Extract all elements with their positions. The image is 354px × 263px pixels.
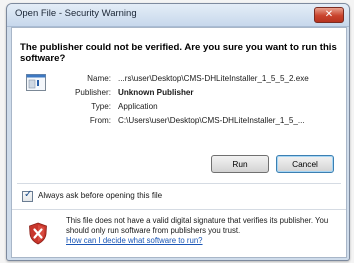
from-label: From:	[89, 116, 111, 125]
security-shield-warning-icon	[29, 222, 47, 245]
close-icon: ✕	[324, 9, 334, 20]
name-row: Name: ...rs\user\Desktop\CMS-DHLiteInsta…	[66, 72, 342, 86]
checkmark-icon: ✓	[24, 189, 33, 200]
help-link[interactable]: How can I decide what software to run?	[66, 236, 338, 246]
title-bar[interactable]: Open File - Security Warning ✕	[7, 4, 349, 27]
warning-headline: The publisher could not be verified. Are…	[20, 42, 337, 64]
cancel-button[interactable]: Cancel	[276, 155, 334, 173]
type-row: Type: Application	[66, 100, 342, 114]
security-warning-dialog: Open File - Security Warning ✕ The publi…	[6, 3, 350, 261]
publisher-value: Unknown Publisher	[118, 88, 194, 97]
window-title: Open File - Security Warning	[15, 8, 137, 19]
name-label: Name:	[87, 74, 111, 83]
publisher-row: Publisher: Unknown Publisher	[66, 86, 342, 100]
dialog-content: The publisher could not be verified. Are…	[11, 27, 347, 258]
application-file-icon	[26, 74, 46, 91]
close-button[interactable]: ✕	[314, 7, 344, 23]
publisher-label: Publisher:	[75, 88, 111, 97]
always-ask-checkbox[interactable]: ✓	[22, 189, 33, 202]
signature-warning: This file does not have a valid digital …	[66, 216, 338, 246]
from-row: From: C:\Users\user\Desktop\CMS-DHLiteIn…	[66, 114, 342, 128]
divider	[17, 183, 341, 184]
from-value: C:\Users\user\Desktop\CMS-DHLiteInstalle…	[118, 116, 305, 125]
file-details: Name: ...rs\user\Desktop\CMS-DHLiteInsta…	[66, 72, 342, 128]
always-ask-label[interactable]: Always ask before opening this file	[38, 191, 162, 200]
signature-warning-text: This file does not have a valid digital …	[66, 216, 329, 235]
name-value: ...rs\user\Desktop\CMS-DHLiteInstaller_1…	[118, 74, 309, 83]
run-button[interactable]: Run	[211, 155, 269, 173]
divider	[12, 209, 346, 210]
type-label: Type:	[91, 102, 111, 111]
type-value: Application	[118, 102, 158, 111]
